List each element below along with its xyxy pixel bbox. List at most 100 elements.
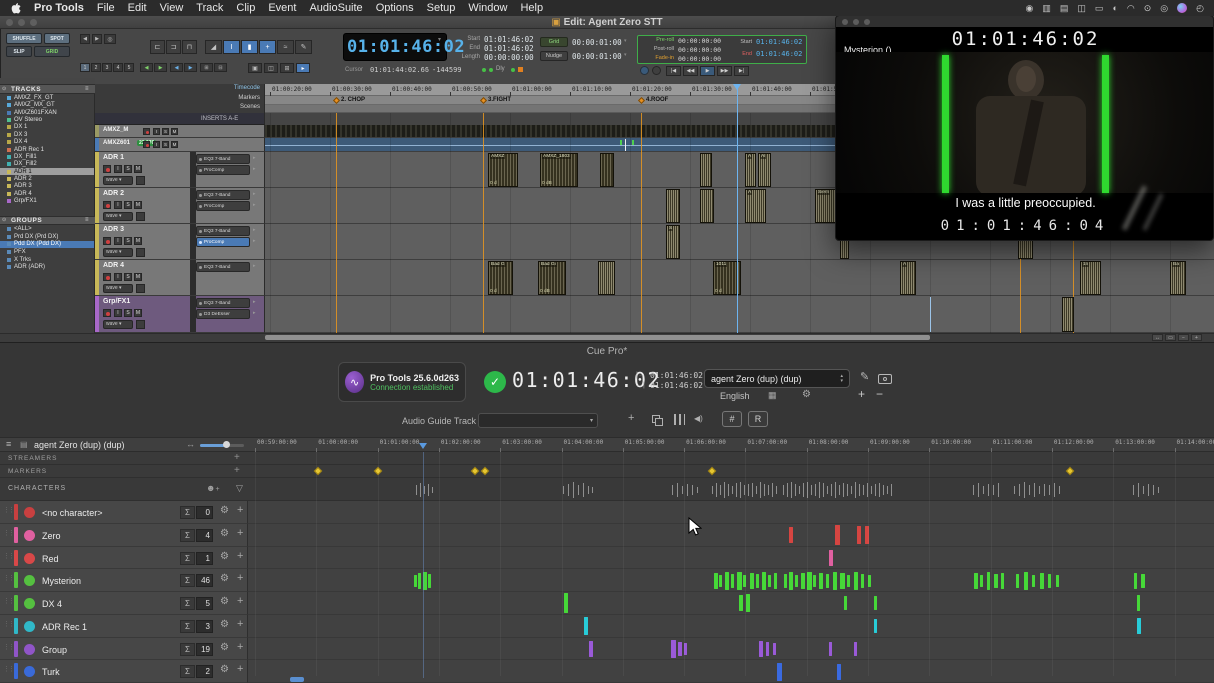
cue-bar[interactable] — [854, 642, 857, 656]
drag-handle-icon[interactable]: ⋮⋮ — [3, 529, 13, 537]
cue-bar[interactable] — [801, 573, 805, 589]
cue-bar[interactable] — [1001, 573, 1004, 589]
cue-bar[interactable] — [829, 642, 832, 656]
sidebar-track-item-grp-fx1[interactable]: Grp/FX1 — [0, 197, 94, 204]
s-button[interactable]: S — [124, 237, 132, 245]
cue-bar[interactable] — [844, 596, 847, 610]
cue-bar[interactable] — [719, 575, 722, 587]
i-button[interactable]: I — [114, 309, 122, 317]
i-button[interactable]: I — [114, 237, 122, 245]
menu-item-edit[interactable]: Edit — [128, 2, 147, 14]
zoom-out-button[interactable]: ◀ — [80, 34, 90, 44]
screen-record-icon[interactable]: ◉ — [1026, 3, 1034, 14]
character-lane-zero[interactable] — [248, 524, 1214, 547]
character-lane-group[interactable] — [248, 638, 1214, 661]
m-button[interactable]: M — [171, 141, 178, 148]
cue-bar[interactable] — [737, 572, 742, 590]
spotlight-icon[interactable]: ⊙ — [1144, 3, 1152, 14]
tracks-panel-menu-icon[interactable]: ⊙ — [2, 86, 6, 92]
sidebar-track-item-adr-1[interactable]: ADR 1 — [0, 168, 94, 175]
cue-bar[interactable] — [789, 527, 793, 543]
audio-clip-a[interactable]: A — [745, 153, 756, 187]
video-window[interactable]: 01:01:46:02 Mysterion () 0011 I was a li… — [835, 15, 1214, 241]
m-button[interactable]: M — [134, 237, 142, 245]
character-row-mysterion[interactable]: ⋮⋮MysterionΣ46⚙+ — [0, 569, 248, 592]
sheet-playhead-marker[interactable] — [419, 443, 427, 449]
group-item-pfx[interactable]: PFX — [0, 248, 94, 256]
m-button[interactable]: M — [134, 273, 142, 281]
insert-slot-eq3-7-band[interactable]: EQ3 7-Band — [196, 190, 250, 200]
track-header-amxz601[interactable]: AMXZ60123.976ISM — [95, 138, 265, 152]
character-lane-no-character[interactable] — [248, 501, 1214, 524]
cue-bar[interactable] — [418, 573, 421, 589]
insert-slot-eq3-7-band[interactable]: EQ3 7-Band — [196, 154, 250, 164]
insert-expand-icon[interactable]: ▸ — [253, 155, 256, 161]
cue-bar[interactable] — [874, 596, 877, 610]
clock-icon[interactable]: ◴ — [1196, 3, 1204, 14]
sidebar-track-item-dx-3[interactable]: DX 3 — [0, 131, 94, 138]
add-cue-icon[interactable]: + — [237, 572, 243, 584]
cue-bar[interactable] — [414, 575, 417, 587]
m-button[interactable]: M — [134, 309, 142, 317]
add-cue-icon[interactable]: + — [237, 663, 243, 675]
playlist-view-selector[interactable]: wave ▾ — [103, 176, 133, 185]
track-name[interactable]: Grp/FX1 — [103, 298, 130, 305]
playlist-view-selector[interactable]: wave ▾ — [103, 212, 133, 221]
trim-tool-1[interactable]: ⊐ — [166, 40, 181, 54]
cue-bar[interactable] — [1137, 618, 1141, 634]
mode-button-shuffle[interactable]: SHUFFLE — [6, 33, 42, 44]
insert-expand-icon[interactable]: ▸ — [253, 310, 256, 316]
cue-bar[interactable] — [731, 574, 734, 588]
drag-handle-icon[interactable]: ⋮⋮ — [3, 506, 13, 514]
cue-bar[interactable] — [714, 573, 718, 589]
character-row-group[interactable]: ⋮⋮GroupΣ19⚙+ — [0, 638, 248, 661]
cue-bar[interactable] — [784, 574, 787, 588]
character-lane-turk[interactable] — [248, 660, 1214, 683]
drag-handle-icon[interactable]: ⋮⋮ — [3, 574, 13, 582]
add-cue-icon[interactable]: + — [237, 527, 243, 539]
cue-bar[interactable] — [987, 572, 990, 590]
i-button[interactable]: I — [153, 141, 160, 148]
cue-bar[interactable] — [835, 525, 840, 545]
audio-clip-amxz[interactable]: AMXZ0 d — [488, 153, 518, 187]
track-name[interactable]: AMXZ_M — [103, 127, 128, 133]
insert-expand-icon[interactable]: ▸ — [253, 227, 256, 233]
cue-bar[interactable] — [813, 575, 816, 587]
groups-panel-menu-icon[interactable]: ⊙ — [2, 217, 6, 223]
nudge-button-3[interactable]: ▶ — [184, 63, 197, 72]
nudge-button-1[interactable]: ▶ — [154, 63, 167, 72]
sheet-marker-diamond[interactable] — [708, 467, 716, 475]
insert-expand-icon[interactable]: ▸ — [253, 238, 256, 244]
rewind-button[interactable]: ◀◀ — [683, 66, 698, 76]
audio-clip[interactable] — [600, 153, 614, 187]
link-button-1[interactable]: ◫ — [264, 63, 278, 73]
gear-icon[interactable]: ⚙ — [220, 642, 229, 653]
automation-box[interactable] — [136, 248, 145, 257]
cue-bar[interactable] — [833, 572, 837, 590]
cue-bar[interactable] — [807, 572, 812, 590]
add-cue-icon[interactable]: + — [237, 595, 243, 607]
cue-bar[interactable] — [756, 574, 759, 588]
character-lane-dx-4[interactable] — [248, 592, 1214, 615]
loop-playback-button[interactable] — [640, 66, 649, 75]
control-center-icon[interactable]: ◎ — [1160, 3, 1168, 14]
insert-slot-eq3-7-band[interactable]: EQ3 7-Band — [196, 226, 250, 236]
playhead-marker[interactable] — [733, 84, 741, 90]
record-enable-button[interactable] — [103, 309, 111, 317]
transport-fade-in-value[interactable]: 00:00:00:00 — [678, 55, 721, 63]
sidebar-track-item-dx-fill2[interactable]: DX_Fill2 — [0, 161, 94, 168]
cue-bar[interactable] — [826, 574, 829, 588]
insert-expand-icon[interactable]: ▸ — [253, 166, 256, 172]
cue-bar[interactable] — [759, 641, 763, 657]
cue-bar[interactable] — [746, 594, 750, 612]
character-row-turk[interactable]: ⋮⋮TurkΣ2⚙+ — [0, 660, 248, 683]
insertion-follows-playback-button[interactable]: ▸ — [296, 63, 310, 73]
automation-box[interactable] — [136, 320, 145, 329]
ruler-row-label-scenes[interactable]: Scenes — [95, 104, 260, 110]
menu-item-clip[interactable]: Clip — [236, 2, 255, 14]
menu-item-view[interactable]: View — [160, 2, 184, 14]
gear-icon[interactable]: ⚙ — [220, 551, 229, 562]
menu-item-help[interactable]: Help — [520, 2, 543, 14]
sidebar-track-item-adr-4[interactable]: ADR 4 — [0, 190, 94, 197]
grid-menu-icon[interactable]: ▾ — [624, 38, 627, 44]
